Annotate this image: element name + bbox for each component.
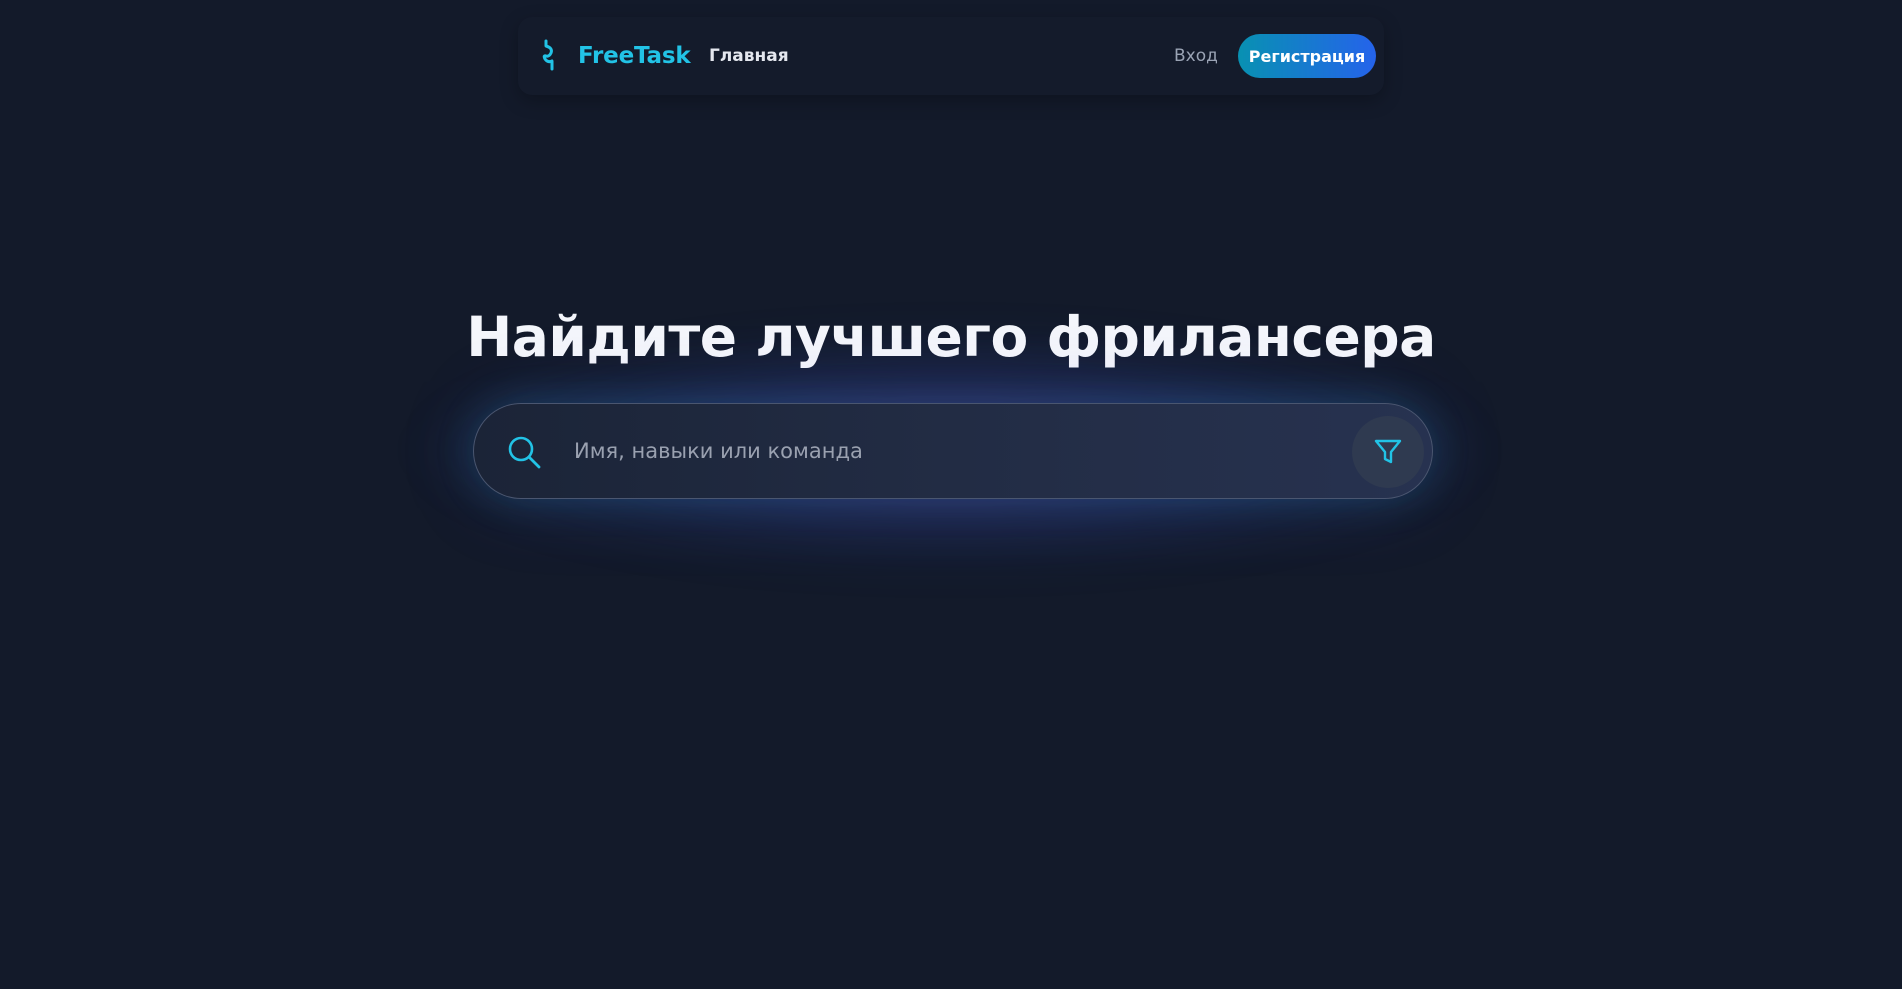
page: FreeTask Главная Вход Регистрация Найдит… xyxy=(0,0,1902,989)
login-link[interactable]: Вход xyxy=(1174,46,1218,66)
brand-link[interactable]: FreeTask xyxy=(540,39,691,73)
brand-name: FreeTask xyxy=(578,43,691,69)
register-button[interactable]: Регистрация xyxy=(1238,34,1376,78)
top-navbar: FreeTask Главная Вход Регистрация xyxy=(518,17,1384,95)
search-input[interactable] xyxy=(574,428,1264,474)
filter-icon xyxy=(1374,439,1402,464)
search-icon xyxy=(508,436,541,469)
search-bar xyxy=(473,403,1433,499)
page-title: Найдите лучшего фрилансера xyxy=(466,305,1436,369)
filter-button[interactable] xyxy=(1352,416,1424,488)
nav-link-home[interactable]: Главная xyxy=(709,46,789,66)
logo-icon xyxy=(542,39,554,71)
